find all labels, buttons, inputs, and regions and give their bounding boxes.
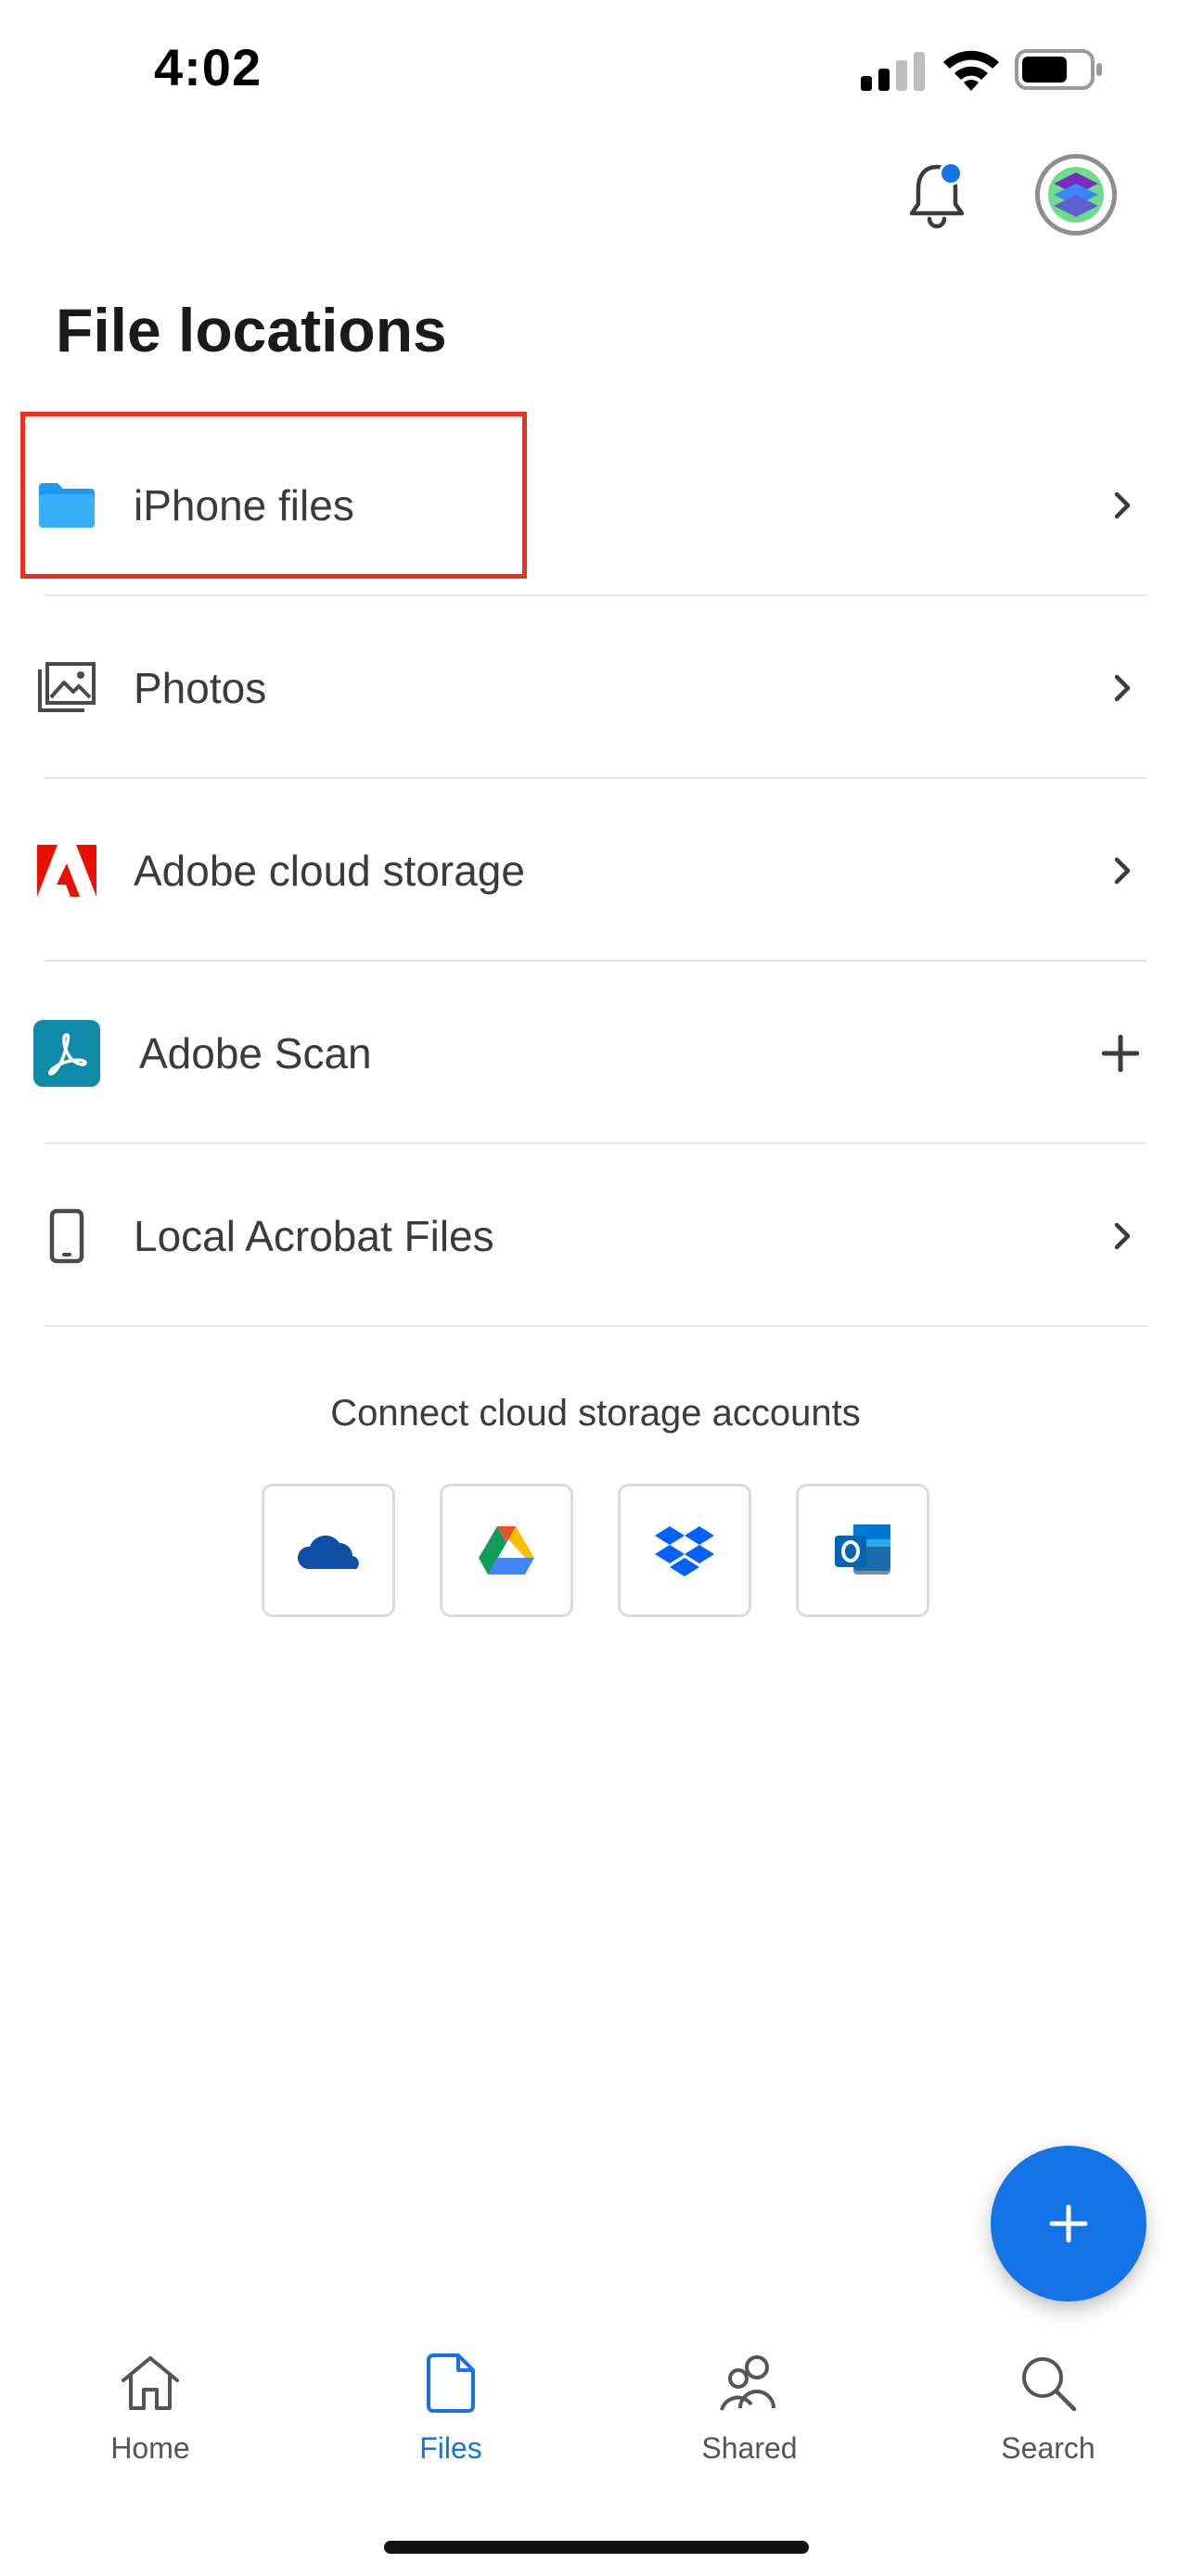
bottom-nav: Home Files Shared Search (0, 2346, 1191, 2504)
location-label: iPhone files (134, 480, 354, 529)
folder-icon (33, 472, 100, 539)
connect-cloud-title: Connect cloud storage accounts (330, 1393, 861, 1434)
avatar-image-icon (1048, 167, 1104, 223)
status-bar: 4:02 (0, 0, 1191, 139)
adobe-logo-icon (33, 837, 100, 904)
file-locations-list: iPhone files Photos Adobe cloud storage (0, 414, 1191, 1327)
location-label: Photos (134, 663, 267, 712)
nav-label: Shared (701, 2431, 798, 2465)
notifications-bell-icon[interactable] (900, 158, 974, 232)
notification-badge (939, 161, 963, 185)
location-local-acrobat-files[interactable]: Local Acrobat Files (0, 1144, 1191, 1327)
photos-icon (33, 655, 100, 721)
location-label: Adobe cloud storage (134, 846, 525, 895)
nav-files[interactable]: Files (358, 2346, 544, 2466)
adobe-scan-icon (33, 1019, 100, 1087)
nav-home[interactable]: Home (58, 2346, 243, 2466)
onedrive-icon (297, 1535, 359, 1569)
status-time: 4:02 (154, 38, 263, 96)
plus-icon[interactable] (1102, 1034, 1139, 1072)
outlook-icon (835, 1524, 890, 1575)
home-indicator (384, 2541, 809, 2554)
nav-search[interactable]: Search (955, 2346, 1141, 2466)
chevron-right-icon (1114, 1222, 1131, 1249)
add-fab-button[interactable] (991, 2146, 1146, 2302)
dropbox-icon (655, 1526, 714, 1576)
location-adobe-cloud-storage[interactable]: Adobe cloud storage (0, 779, 1191, 962)
shared-users-icon (712, 2346, 787, 2420)
location-iphone-files[interactable]: iPhone files (0, 414, 1191, 596)
dropbox-button[interactable] (618, 1484, 751, 1617)
nav-label: Search (1001, 2431, 1095, 2465)
outlook-button[interactable] (796, 1484, 929, 1617)
nav-label: Home (110, 2431, 190, 2465)
google-drive-button[interactable] (440, 1484, 573, 1617)
nav-shared[interactable]: Shared (657, 2346, 842, 2466)
file-icon (414, 2346, 488, 2420)
nav-label: Files (419, 2431, 482, 2465)
divider (45, 1325, 1146, 1327)
chevron-right-icon (1114, 674, 1131, 701)
cloud-services-row (262, 1484, 929, 1617)
chevron-right-icon (1114, 491, 1131, 518)
onedrive-button[interactable] (262, 1484, 395, 1617)
avatar[interactable] (1035, 154, 1117, 236)
location-photos[interactable]: Photos (0, 596, 1191, 779)
location-label: Local Acrobat Files (134, 1211, 494, 1260)
chevron-right-icon (1114, 857, 1131, 884)
phone-device-icon (33, 1203, 100, 1269)
location-adobe-scan[interactable]: Adobe Scan (0, 962, 1191, 1144)
cellular-signal-icon (861, 52, 925, 91)
page-title: File locations (56, 296, 447, 364)
home-icon (113, 2346, 187, 2420)
google-drive-icon (479, 1526, 534, 1575)
location-label: Adobe Scan (139, 1028, 372, 1078)
battery-icon (1015, 49, 1102, 90)
plus-icon (1049, 2204, 1088, 2243)
search-icon (1011, 2346, 1085, 2420)
wifi-icon (943, 50, 999, 91)
